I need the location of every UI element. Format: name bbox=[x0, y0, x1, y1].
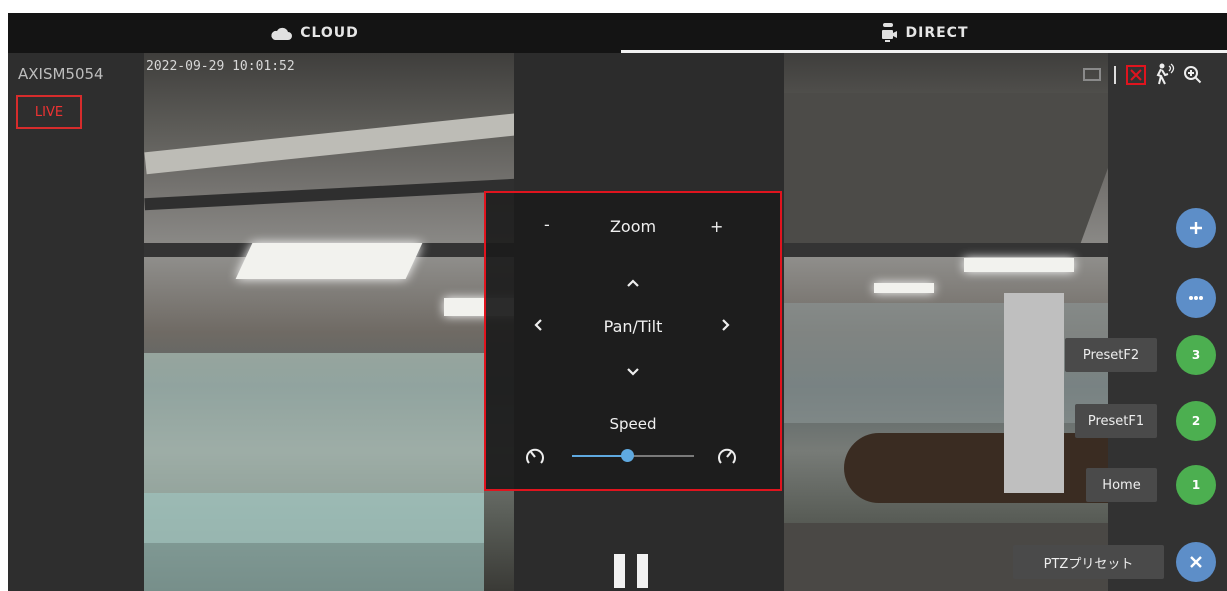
screen-icon[interactable] bbox=[1083, 67, 1101, 83]
tab-direct[interactable]: DIRECT bbox=[621, 13, 1227, 53]
zoom-in-button[interactable]: + bbox=[710, 217, 723, 236]
ptz-control-panel: - Zoom + Pan/Tilt Speed bbox=[484, 191, 782, 491]
fullscreen-icon[interactable] bbox=[1126, 65, 1146, 85]
add-preset-button[interactable] bbox=[1176, 208, 1216, 248]
tab-direct-label: DIRECT bbox=[905, 25, 969, 41]
home-preset-chip[interactable]: Home bbox=[1086, 468, 1157, 502]
preset-f2-button[interactable]: 3 bbox=[1176, 335, 1216, 375]
close-icon bbox=[1190, 556, 1202, 568]
tab-cloud-label: CLOUD bbox=[300, 25, 359, 41]
ceiling-light bbox=[235, 243, 423, 279]
speed-slider-fill bbox=[572, 455, 627, 457]
glass-railing bbox=[144, 493, 484, 591]
speed-slider-thumb[interactable] bbox=[620, 449, 634, 462]
tab-cloud[interactable]: CLOUD bbox=[8, 13, 621, 53]
ceiling-light bbox=[874, 283, 934, 293]
camera-name: AXISM5054 bbox=[18, 65, 104, 83]
chevron-up-icon bbox=[627, 279, 639, 287]
right-sidebar bbox=[1108, 53, 1227, 591]
chevron-right-icon bbox=[722, 319, 730, 331]
more-options-button[interactable] bbox=[1176, 278, 1216, 318]
tilt-down-button[interactable] bbox=[621, 360, 645, 384]
white-column bbox=[1004, 293, 1064, 493]
zoom-in-icon[interactable] bbox=[1183, 65, 1203, 85]
close-presets-button[interactable] bbox=[1176, 542, 1216, 582]
video-timestamp: 2022-09-29 10:01:52 bbox=[146, 59, 295, 74]
speed-slider[interactable] bbox=[572, 449, 694, 462]
view-tabs: CLOUD DIRECT bbox=[8, 13, 1227, 53]
video-toolbar bbox=[1083, 61, 1227, 89]
speed-label: Speed bbox=[609, 415, 657, 433]
left-sidebar: AXISM5054 LIVE bbox=[8, 53, 144, 591]
tilt-up-button[interactable] bbox=[621, 271, 645, 295]
ceiling-light bbox=[964, 258, 1074, 272]
pause-bar bbox=[614, 554, 625, 588]
preset-f1-chip[interactable]: PresetF1 bbox=[1075, 404, 1157, 438]
plus-icon bbox=[1190, 222, 1202, 234]
pause-button[interactable] bbox=[614, 554, 648, 590]
more-icon bbox=[1189, 296, 1203, 300]
cloud-icon bbox=[271, 27, 293, 40]
speed-fast-icon[interactable] bbox=[716, 445, 738, 467]
live-badge[interactable]: LIVE bbox=[16, 95, 82, 129]
chevron-down-icon bbox=[627, 368, 639, 376]
speed-slow-icon[interactable] bbox=[524, 445, 546, 467]
pan-right-button[interactable] bbox=[714, 313, 738, 337]
zoom-label: Zoom bbox=[609, 217, 657, 236]
motion-detect-icon[interactable] bbox=[1153, 63, 1175, 85]
preset-f1-button[interactable]: 2 bbox=[1176, 401, 1216, 441]
camera-viewer-app: CLOUD DIRECT AXISM5054 LIVE 2022-09-29 1… bbox=[8, 13, 1227, 591]
home-preset-button[interactable]: 1 bbox=[1176, 465, 1216, 505]
pause-bar bbox=[637, 554, 648, 588]
toolbar-divider bbox=[1114, 66, 1116, 84]
camera-icon bbox=[881, 23, 897, 42]
reception-desk bbox=[844, 433, 1108, 503]
ptz-preset-menu-label[interactable]: PTZプリセット bbox=[1013, 545, 1164, 579]
preset-f2-chip[interactable]: PresetF2 bbox=[1065, 338, 1157, 372]
